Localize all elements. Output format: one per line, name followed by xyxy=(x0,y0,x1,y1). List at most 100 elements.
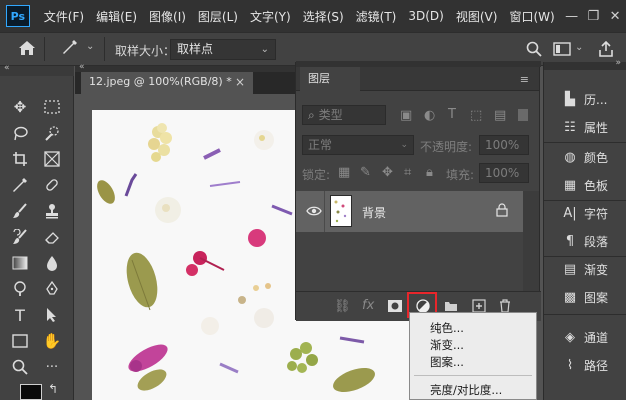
dodge-tool-icon[interactable] xyxy=(6,276,34,302)
lock-label: 锁定: xyxy=(302,168,331,182)
menu-edit[interactable]: 编辑(E) xyxy=(90,8,143,25)
menu-item-pattern[interactable]: 图案... xyxy=(430,354,464,370)
menu-item-solid-color[interactable]: 纯色... xyxy=(430,320,464,336)
pen-tool-icon[interactable] xyxy=(38,276,66,302)
marquee-tool-icon[interactable] xyxy=(38,94,66,120)
smart-object-filter-icon[interactable]: ▤ xyxy=(494,108,506,123)
search-icon[interactable] xyxy=(526,41,542,61)
panel-paths[interactable]: ⌇ 路径 xyxy=(544,352,626,378)
opacity-label: 不透明度: xyxy=(420,140,473,154)
menu-3d[interactable]: 3D(D) xyxy=(402,9,449,23)
menu-image[interactable]: 图像(I) xyxy=(143,8,192,25)
path-selection-icon[interactable] xyxy=(38,302,66,328)
mask-icon[interactable] xyxy=(388,300,402,315)
eraser-tool-icon[interactable] xyxy=(38,224,66,250)
gradient-tool-icon[interactable] xyxy=(6,250,34,276)
adjustment-filter-icon[interactable]: ◐ xyxy=(424,108,435,123)
home-icon[interactable] xyxy=(18,40,36,60)
menu-layer[interactable]: 图层(L) xyxy=(192,8,244,25)
frame-tool-icon[interactable] xyxy=(38,146,66,172)
panel-label: 渐变 xyxy=(584,262,609,277)
tools-panel: « ✥ T ✋ ··· ↰ xyxy=(0,63,74,400)
expand-icon[interactable]: » xyxy=(615,58,621,68)
panel-color[interactable]: ◍ 颜色 xyxy=(544,144,626,170)
panel-properties[interactable]: ☷ 属性 xyxy=(544,114,626,140)
lock-brush-icon[interactable]: ✎ xyxy=(360,165,371,180)
panel-history[interactable]: ▙ 历... xyxy=(544,86,626,112)
filter-kind-select[interactable]: ⌕ 类型 xyxy=(302,105,386,125)
lasso-tool-icon[interactable] xyxy=(6,120,34,146)
tab-layers[interactable]: 图层 xyxy=(300,67,360,91)
visibility-eye-icon[interactable] xyxy=(306,205,322,220)
crop-tool-icon[interactable] xyxy=(6,146,34,172)
foreground-color-swatch[interactable] xyxy=(20,384,42,400)
eyedropper-tool-icon[interactable] xyxy=(6,172,34,198)
chevron-down-icon: ⌄ xyxy=(260,44,269,55)
minimize-button[interactable]: — xyxy=(561,9,583,24)
close-tab-icon[interactable]: × xyxy=(235,70,245,94)
menu-divider xyxy=(414,375,532,376)
panel-swatches[interactable]: ▦ 色板 xyxy=(544,172,626,198)
eyedropper-icon[interactable] xyxy=(62,39,78,61)
panel-character[interactable]: A| 字符 xyxy=(544,200,626,226)
restore-button[interactable]: ❐ xyxy=(582,9,604,24)
history-brush-icon[interactable] xyxy=(6,224,34,250)
panel-channels[interactable]: ◈ 通道 xyxy=(544,324,626,350)
lock-artboard-icon[interactable]: ⌗ xyxy=(404,165,411,180)
panel-gradients[interactable]: ▤ 渐变 xyxy=(544,256,626,282)
more-tools-icon[interactable]: ··· xyxy=(38,354,66,380)
menu-filter[interactable]: 滤镜(T) xyxy=(350,8,403,25)
link-icon[interactable]: ⛓ xyxy=(334,299,351,314)
menu-type[interactable]: 文字(Y) xyxy=(244,8,297,25)
character-icon: A| xyxy=(563,205,577,221)
stamp-tool-icon[interactable] xyxy=(38,198,66,224)
rectangle-tool-icon[interactable] xyxy=(6,328,34,354)
collapse-icon[interactable]: « xyxy=(79,62,85,72)
layer-thumbnail[interactable] xyxy=(330,195,352,227)
share-icon[interactable] xyxy=(598,40,614,61)
scrollbar[interactable] xyxy=(523,191,539,291)
close-window-button[interactable]: ✕ xyxy=(604,9,626,24)
menu-select[interactable]: 选择(S) xyxy=(297,8,350,25)
layer-row[interactable]: 背景 xyxy=(296,191,523,232)
menu-item-gradient[interactable]: 渐变... xyxy=(430,337,464,353)
layers-panel: 图层 ≡ ⌕ 类型 ▣ ◐ T ⬚ ▤ 正常 ⌄ 不透明度: 100% 锁定: … xyxy=(295,61,541,321)
menu-file[interactable]: 文件(F) xyxy=(38,8,90,25)
lock-all-icon[interactable]: 🔒︎ xyxy=(426,165,433,180)
panel-paragraph[interactable]: ¶ 段落 xyxy=(544,228,626,254)
quick-selection-icon[interactable] xyxy=(38,120,66,146)
blur-tool-icon[interactable] xyxy=(38,250,66,276)
history-icon: ▙ xyxy=(565,91,575,107)
chevron-down-icon[interactable]: ⌄ xyxy=(575,42,583,53)
workspace-icon[interactable] xyxy=(553,42,571,60)
filter-toggle[interactable] xyxy=(518,109,528,121)
move-tool-icon[interactable]: ✥ xyxy=(6,94,34,120)
pixel-filter-icon[interactable]: ▣ xyxy=(400,108,412,123)
swatches-icon: ▦ xyxy=(563,177,577,193)
zoom-tool-icon[interactable] xyxy=(6,354,34,380)
menu-window[interactable]: 窗口(W) xyxy=(503,8,560,25)
chevron-down-icon[interactable]: ⌄ xyxy=(86,41,94,52)
panel-menu-icon[interactable]: ≡ xyxy=(520,73,529,86)
lock-pixels-icon[interactable]: ▦ xyxy=(338,165,350,180)
collapse-icon[interactable]: « xyxy=(4,63,10,73)
menu-item-brightness-contrast[interactable]: 亮度/对比度... xyxy=(430,382,502,398)
blend-mode-select[interactable]: 正常 ⌄ xyxy=(302,135,414,155)
type-tool-icon[interactable]: T xyxy=(6,302,34,328)
panel-patterns[interactable]: ▩ 图案 xyxy=(544,284,626,310)
type-filter-icon[interactable]: T xyxy=(448,107,456,122)
layer-name[interactable]: 背景 xyxy=(362,204,386,221)
shape-filter-icon[interactable]: ⬚ xyxy=(470,108,482,123)
brush-tool-icon[interactable] xyxy=(6,198,34,224)
swap-colors-icon[interactable]: ↰ xyxy=(48,382,58,396)
sample-size-select[interactable]: 取样点 ⌄ xyxy=(170,39,276,60)
lock-position-icon[interactable]: ✥ xyxy=(382,165,393,180)
fill-field[interactable]: 100% xyxy=(479,163,529,183)
opacity-field[interactable]: 100% xyxy=(479,135,529,155)
menu-view[interactable]: 视图(V) xyxy=(450,8,504,25)
hand-tool-icon[interactable]: ✋ xyxy=(38,328,66,354)
menu-bar: Ps 文件(F) 编辑(E) 图像(I) 图层(L) 文字(Y) 选择(S) 滤… xyxy=(0,0,626,32)
document-tab[interactable]: 12.jpeg @ 100%(RGB/8) * × xyxy=(81,70,253,94)
fx-button[interactable]: fx xyxy=(362,298,374,313)
healing-brush-icon[interactable] xyxy=(38,172,66,198)
